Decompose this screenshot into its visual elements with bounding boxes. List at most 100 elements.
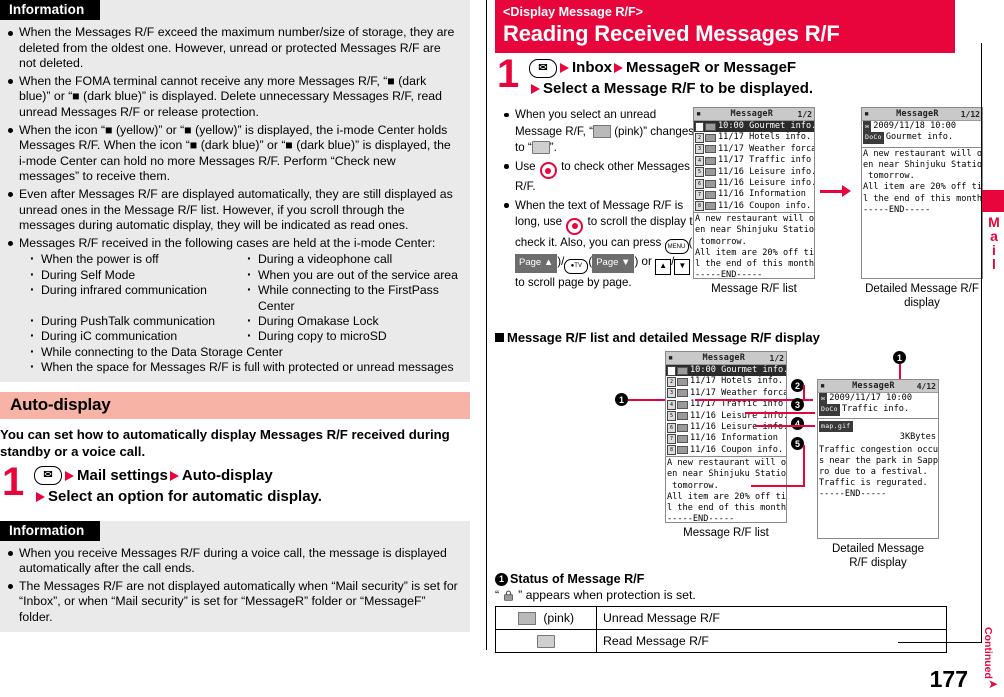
message-row[interactable]: 4 11/17 Traffic info	[694, 155, 814, 166]
page-frame-line-vertical	[981, 43, 982, 643]
arrow-icon	[65, 470, 74, 481]
row-date: 11/17	[690, 376, 716, 387]
step-line-2: Select an option for automatic display.	[34, 487, 470, 507]
table-row: (pink) Unread Message R/F	[495, 606, 947, 630]
status-note-suffix: ” appears when protection is set.	[518, 588, 696, 602]
callout-marker-1: 1	[495, 572, 508, 586]
screen-title: MessageR	[730, 109, 774, 119]
list-item: When the power is off	[30, 251, 247, 267]
callout-marker-1: 1	[615, 393, 628, 406]
row-subject: Traffic info	[749, 155, 812, 166]
screen-title: MessageR	[852, 381, 895, 391]
continued-label: Continued	[982, 627, 994, 679]
row-subject: Gourmet info.	[749, 121, 814, 131]
arrow-icon	[560, 63, 569, 73]
step-number: 1	[497, 52, 520, 96]
arrow-icon	[36, 491, 45, 502]
info-bullet: Messages R/F received in the following c…	[0, 236, 470, 252]
row-date: 11/16	[718, 200, 744, 211]
row-date: 11/16	[718, 166, 744, 177]
info-bullet: The Messages R/F are not displayed autom…	[0, 579, 470, 626]
message-row[interactable]: 6 11/16 Leisure info.	[694, 178, 814, 189]
message-row[interactable]: 311/17 Weather forcas	[694, 144, 814, 155]
section-title-auto-display: Auto-display	[0, 391, 470, 419]
page-frame-line-horizontal	[898, 642, 982, 643]
list-item: During iC communication	[30, 328, 247, 344]
row-subject: Weather forcas	[749, 143, 814, 154]
callout-leader-line	[803, 385, 805, 401]
right-column: <Display Message R/F> Reading Received M…	[495, 0, 983, 697]
row-date: 11/17	[718, 132, 744, 143]
message-row[interactable]: 7 11/16 Information	[666, 433, 786, 445]
column-divider	[486, 0, 487, 650]
info-bullet: When the icon “■ (yellow)” or “■ (yellow…	[0, 123, 470, 185]
list-item: While connecting to the FirstPass Center	[247, 282, 464, 314]
message-datetime-row: ✉ 2009/11/17 10:00	[819, 393, 913, 405]
callout-marker-4: 4	[791, 417, 804, 430]
info-bullet: When you receive Messages R/F during a v…	[0, 546, 470, 577]
screenshot-message-detail-top: ▪ MessageR 1/12 ✉ 2009/11/18 10:00 DoCo Go…	[861, 107, 983, 310]
row-date: 11/17	[718, 143, 744, 154]
attachment-row[interactable]: map.gif	[818, 420, 938, 433]
arrow-icon	[169, 470, 179, 481]
row-subject: Information	[749, 189, 806, 200]
step-action-label: Select a Message R/F to be displayed.	[543, 80, 814, 97]
message-row[interactable]: 5 11/16 Leisure info.	[694, 167, 814, 178]
status-icon-cell: (pink)	[495, 606, 597, 630]
page-down-label: Page ▼	[592, 254, 635, 273]
message-body: Traffic congestion occur s near the park…	[819, 444, 938, 500]
note-item: Use to check other Messages R/F.	[503, 159, 699, 196]
sender-tag: DoCo	[819, 404, 840, 416]
callout-leader-line	[755, 425, 815, 427]
row-subject: Information	[721, 433, 778, 444]
note-item: When the text of Message R/F is long, us…	[503, 198, 699, 292]
procedure-step-1: 1 ✉ Mail settings Auto-display Select an…	[0, 462, 470, 512]
notes-and-screens: When you select an unread Message R/F, “…	[495, 107, 983, 322]
step-action-label: MessageR or MessageF	[626, 59, 797, 76]
callout-diagram: 1 ▪ MessageR 1/2 1 10:00 Gourmet info. 21…	[495, 351, 955, 569]
message-row[interactable]: 8 11/16 Coupon info.	[694, 201, 814, 212]
procedure-step-1: 1 ✉ Inbox MessageR or MessageF Select a …	[495, 52, 955, 104]
status-note: “ ” appears when protection is set.	[495, 588, 955, 602]
menu-key-icon: MENU	[664, 239, 689, 255]
list-item: During a videophone call	[247, 251, 464, 267]
screenshot-caption: R/F display	[849, 557, 907, 569]
envelope-open-icon	[531, 141, 550, 154]
attachment-name: map.gif	[819, 420, 853, 433]
page-up-label: Page ▲	[515, 254, 558, 273]
row-subject: Weather forcas	[721, 387, 786, 398]
row-subject: Hotels info.	[721, 376, 784, 387]
message-row[interactable]: 1 10:00 Gourmet info.	[666, 365, 786, 377]
screen-title: MessageR	[702, 353, 746, 363]
section-header-banner: <Display Message R/F> Reading Received M…	[495, 0, 955, 53]
status-desc-cell: Unread Message R/F	[596, 606, 947, 630]
list-item: During Self Mode	[30, 267, 247, 283]
row-subject: Leisure info.	[749, 166, 814, 177]
list-item: During infrared communication	[30, 282, 247, 314]
row-subject: Coupon info.	[721, 444, 784, 455]
message-row[interactable]: 2 11/17 Hotels info.	[694, 132, 814, 144]
step-line-1: ✉ Mail settings Auto-display	[34, 466, 470, 486]
message-row[interactable]: 311/17 Weather forcas	[666, 388, 786, 399]
envelope-open-icon	[537, 635, 555, 648]
message-subject-row: DoCo Traffic info.	[818, 404, 938, 416]
screen-title-bar: ▪ MessageR 4/12	[818, 380, 938, 393]
step-line-1: ✉ Inbox MessageR or MessageF	[529, 58, 955, 78]
row-date: 11/16	[718, 177, 744, 188]
row-date: 11/16	[690, 444, 716, 455]
callout-marker-3: 3	[791, 398, 804, 411]
side-tab-mail-marker	[982, 190, 1004, 212]
message-row[interactable]: 2 11/17 Hotels info.	[666, 376, 786, 388]
screen-title-bar: ▪ MessageR 1/2	[666, 352, 786, 365]
message-row[interactable]: 7 11/16 Information	[694, 189, 814, 201]
message-row[interactable]: 6 11/16 Leisure info.	[666, 422, 786, 433]
message-row[interactable]: 1 10:00 Gourmet info.	[694, 121, 814, 133]
flow-arrow-icon	[820, 185, 851, 197]
screen-counter: 4/12	[916, 381, 936, 391]
screenshot-caption: Detailed Message	[831, 543, 925, 555]
message-row[interactable]: 8 11/16 Coupon info.	[666, 445, 786, 456]
step-action-label: Auto-display	[181, 466, 273, 484]
continued-arrow-icon: ➤	[987, 677, 998, 691]
section-lead-text: You can set how to automatically display…	[0, 426, 450, 459]
message-datetime: 2009/11/18 10:00	[873, 121, 957, 131]
